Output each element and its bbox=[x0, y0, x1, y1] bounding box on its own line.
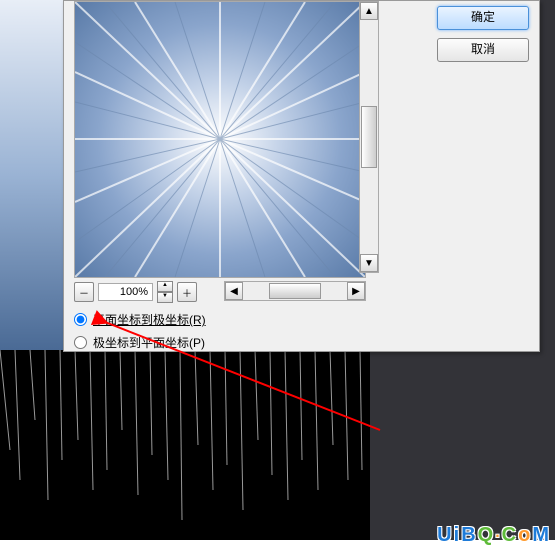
zoom-level-input[interactable] bbox=[98, 283, 153, 301]
zoom-controls: － ▲ ▼ ＋ bbox=[74, 281, 197, 303]
chevron-up-icon[interactable]: ▲ bbox=[157, 281, 173, 292]
preview-vertical-scrollbar[interactable]: ▲ ▼ bbox=[359, 1, 379, 273]
chevron-down-icon[interactable]: ▼ bbox=[157, 292, 173, 303]
conversion-options: 平面坐标到极坐标(R) 极坐标到平面坐标(P) bbox=[74, 311, 206, 357]
filter-preview[interactable] bbox=[74, 1, 366, 278]
radio-polar-to-rect-label: 极坐标到平面坐标(P) bbox=[93, 334, 205, 351]
radio-rect-to-polar[interactable]: 平面坐标到极坐标(R) bbox=[74, 311, 206, 328]
radio-rect-to-polar-input[interactable] bbox=[74, 313, 87, 326]
watermark: UiBQ.CoM bbox=[437, 524, 549, 547]
ok-button[interactable]: 确定 bbox=[437, 6, 529, 30]
radio-polar-to-rect[interactable]: 极坐标到平面坐标(P) bbox=[74, 334, 206, 351]
zoom-in-button[interactable]: ＋ bbox=[177, 282, 197, 302]
radio-polar-to-rect-input[interactable] bbox=[74, 336, 87, 349]
scroll-up-icon[interactable]: ▲ bbox=[360, 2, 378, 20]
zoom-out-button[interactable]: － bbox=[74, 282, 94, 302]
scroll-left-icon[interactable]: ◀ bbox=[225, 282, 243, 300]
cancel-button[interactable]: 取消 bbox=[437, 38, 529, 62]
radio-rect-to-polar-label: 平面坐标到极坐标(R) bbox=[93, 311, 206, 328]
polar-coordinates-dialog: ▲ ▼ － ▲ ▼ ＋ ◀ ▶ 平面坐标到极坐标(R) 极坐标到平面坐标(P) … bbox=[63, 0, 540, 352]
scroll-down-icon[interactable]: ▼ bbox=[360, 254, 378, 272]
zoom-spinner[interactable]: ▲ ▼ bbox=[157, 281, 173, 303]
dialog-button-column: 确定 取消 bbox=[437, 6, 529, 62]
preview-horizontal-scrollbar[interactable]: ◀ ▶ bbox=[224, 281, 366, 301]
scroll-thumb-vertical[interactable] bbox=[361, 106, 377, 168]
scroll-thumb-horizontal[interactable] bbox=[269, 283, 321, 299]
scroll-right-icon[interactable]: ▶ bbox=[347, 282, 365, 300]
